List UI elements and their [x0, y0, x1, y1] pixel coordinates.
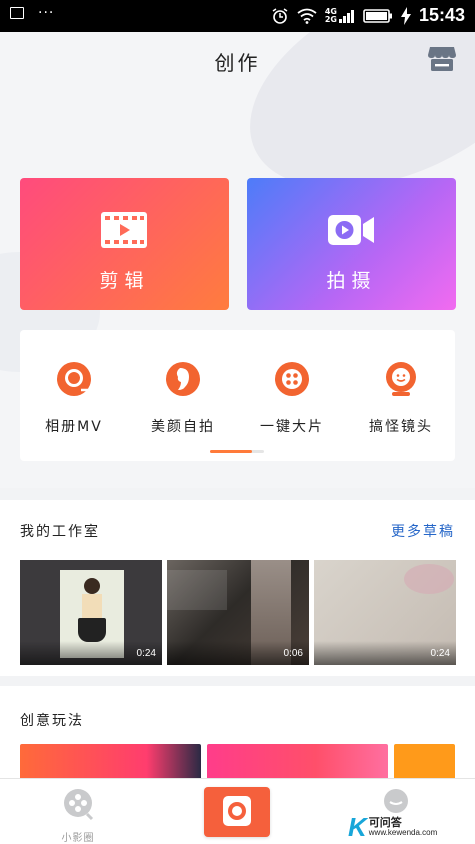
watermark-text: 可问答	[368, 815, 402, 829]
draft-preview-image	[404, 564, 454, 594]
charging-icon	[400, 6, 411, 25]
tools-page-indicator	[210, 450, 264, 453]
camera-button[interactable]	[204, 787, 270, 837]
signal-icon	[338, 9, 354, 23]
draft-thumbnail[interactable]: 0:24	[314, 560, 456, 665]
status-bar: ··· 4G 2G 15:43	[0, 0, 475, 32]
camera-icon	[223, 796, 251, 826]
image-notification-icon	[10, 7, 24, 19]
network-indicator: 4G 2G	[324, 7, 355, 24]
tool-one-click-movie[interactable]: 一键大片	[238, 360, 346, 436]
one-click-movie-icon	[275, 362, 309, 396]
draft-duration: 0:24	[136, 648, 156, 659]
tool-beauty-selfie[interactable]: 美颜自拍	[129, 360, 237, 436]
tool-funny-lens[interactable]: 搞怪镜头	[347, 360, 455, 436]
more-drafts-link[interactable]: 更多草稿	[391, 521, 455, 541]
studio-section: 我的工作室 更多草稿 0:24 0:06 0:24	[0, 500, 475, 676]
watermark-url: www.kewenda.com	[368, 827, 438, 837]
draft-duration: 0:06	[283, 648, 303, 659]
tool-label: 搞怪镜头	[369, 419, 433, 435]
tool-label: 美颜自拍	[151, 419, 215, 435]
tools-panel: 相册MV 美颜自拍 一键大片 搞怪镜头	[20, 330, 455, 461]
tool-album-mv[interactable]: 相册MV	[20, 360, 128, 436]
beauty-selfie-icon	[166, 362, 200, 396]
watermark-logo: K 可问答 www.kewenda.com	[348, 812, 437, 843]
creative-title: 创意玩法	[20, 713, 84, 729]
tool-label: 相册MV	[45, 419, 103, 435]
shoot-card[interactable]: 拍摄	[247, 178, 456, 310]
edit-label: 剪辑	[99, 270, 150, 292]
video-camera-icon	[328, 215, 374, 245]
network-type-2g: 2G	[324, 14, 337, 24]
funny-lens-icon	[386, 362, 416, 396]
battery-icon	[363, 8, 392, 23]
more-notifications-icon: ···	[38, 5, 55, 21]
shoot-label: 拍摄	[326, 270, 377, 292]
album-mv-icon	[57, 362, 91, 396]
nav-community[interactable]: 小影圈	[38, 787, 118, 844]
draft-thumbnail[interactable]: 0:24	[20, 560, 162, 665]
edit-card[interactable]: 剪辑	[20, 178, 229, 310]
draft-thumbnail[interactable]: 0:06	[167, 560, 309, 665]
studio-title: 我的工作室	[20, 524, 100, 540]
watermark-letter: K	[348, 812, 367, 842]
nav-community-label: 小影圈	[61, 833, 95, 844]
draft-duration: 0:24	[430, 648, 450, 659]
clock-time: 15:43	[418, 5, 465, 25]
store-icon[interactable]	[427, 44, 457, 74]
alarm-icon	[272, 7, 288, 24]
tool-label: 一键大片	[260, 419, 324, 435]
wifi-icon	[297, 8, 317, 24]
creative-section: 创意玩法	[0, 686, 475, 786]
page-title: 创作	[214, 51, 261, 75]
community-icon	[64, 789, 94, 821]
film-icon	[101, 212, 147, 248]
page-indicator-active	[210, 450, 252, 453]
